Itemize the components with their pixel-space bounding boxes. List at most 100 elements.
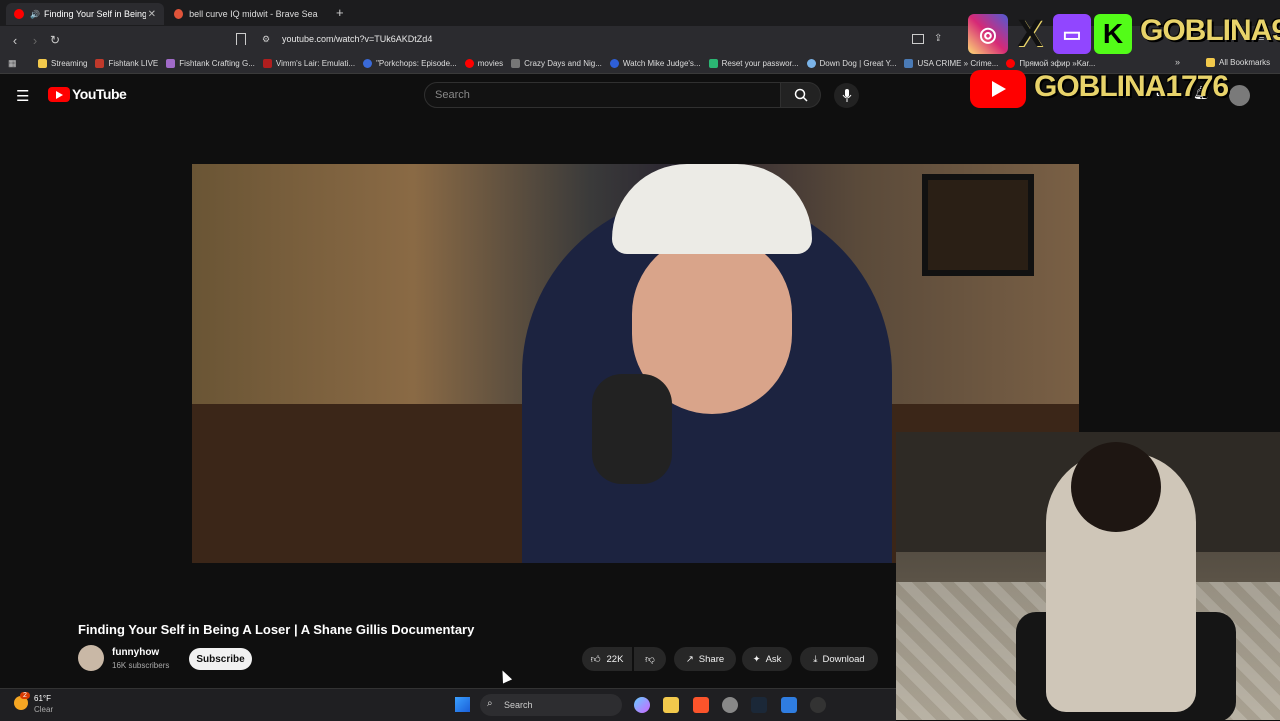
channel-name[interactable]: funnyhow [112, 647, 159, 658]
bookmark-crazy-days[interactable]: Crazy Days and Nig... [511, 58, 602, 68]
taskbar-search-icon: ⌕ [487, 698, 493, 709]
notepad-icon[interactable] [781, 697, 797, 713]
site-icon [708, 58, 718, 68]
bookmark-mike-judge[interactable]: Watch Mike Judge's... [609, 58, 701, 68]
bookmark-vimms-lair[interactable]: Vimm's Lair: Emulati... [262, 58, 356, 68]
hamburger-menu-icon[interactable]: ☰ [16, 87, 29, 105]
bookmark-fishtank-live[interactable]: Fishtank LIVE [95, 58, 159, 68]
search-button[interactable] [781, 82, 821, 108]
kick-logo-icon: K [1094, 14, 1132, 54]
share-button[interactable]: ↗ Share [674, 647, 736, 671]
download-icon: ⤓ [813, 653, 818, 665]
search-icon [794, 88, 808, 102]
bookmark-list: Streaming Fishtank LIVE Fishtank Craftin… [38, 53, 1103, 73]
bookmark-porkchops[interactable]: "Porkchops: Episode... [363, 58, 457, 68]
apps-grid-icon[interactable]: ▦ [8, 58, 17, 69]
all-bookmarks-button[interactable]: All Bookmarks [1206, 58, 1270, 67]
site-icon [166, 58, 176, 68]
brave-browser-icon[interactable] [693, 697, 709, 713]
taskbar-search-label: Search [504, 700, 533, 710]
bookmark-label: Crazy Days and Nig... [524, 58, 602, 68]
youtube-logo-text: YouTube [72, 86, 127, 102]
tab-youtube[interactable]: 🔊 Finding Your Self in Being A L ✕ [6, 3, 164, 25]
bookmark-label: movies [477, 58, 504, 68]
youtube-play-logo-icon [48, 86, 70, 102]
overlay-name-goblina911: GOBLINA911 [1140, 14, 1280, 47]
more-bookmarks-chevron-icon[interactable]: » [1175, 57, 1180, 67]
video-title: Finding Your Self in Being A Loser | A S… [78, 622, 475, 637]
reload-icon[interactable]: ↻ [46, 31, 64, 49]
overlay-name-goblina1776: GOBLINA1776 [1034, 70, 1229, 103]
site-icon [511, 58, 521, 68]
bookmark-label: Vimm's Lair: Emulati... [275, 58, 356, 68]
youtube-icon [464, 58, 474, 68]
thumbs-down-icon: 👎︎ [645, 654, 655, 665]
site-settings-icon[interactable]: ⚙ [262, 34, 270, 45]
twitch-logo-icon: ▭ [1053, 14, 1091, 54]
subscriber-count: 16K subscribers [112, 661, 170, 670]
bookmark-label: Streaming [51, 58, 88, 68]
voice-search-button[interactable] [834, 83, 859, 108]
site-icon [609, 58, 619, 68]
youtube-logo[interactable]: YouTube [48, 86, 127, 102]
cast-icon[interactable] [912, 34, 924, 44]
video-frame-microphone [592, 374, 672, 484]
windows-start-icon[interactable] [455, 697, 470, 712]
bookmark-label: Fishtank LIVE [108, 58, 159, 68]
bookmark-down-dog[interactable]: Down Dog | Great Y... [806, 58, 896, 68]
site-icon [904, 58, 914, 68]
url-field[interactable]: youtube.com/watch?v=TUk6AKDtZd4 [282, 34, 432, 44]
windows-taskbar: 2 61°F Clear Search ⌕ [0, 688, 896, 721]
bookmark-icon[interactable] [236, 33, 246, 45]
sparkle-icon: ✦ [752, 653, 761, 665]
search-input[interactable]: Search [424, 82, 781, 108]
download-button[interactable]: ⤓ Download [800, 647, 878, 671]
webcam-person-hair [1071, 442, 1161, 532]
brave-favicon-icon [174, 9, 184, 19]
bookmark-streaming[interactable]: Streaming [38, 58, 88, 68]
youtube-favicon-icon [14, 9, 24, 19]
channel-avatar[interactable] [78, 645, 104, 671]
all-bookmarks-label: All Bookmarks [1219, 58, 1271, 67]
close-tab-icon[interactable]: ✕ [148, 9, 156, 20]
share-label: Share [698, 653, 725, 665]
youtube-icon [1006, 58, 1016, 68]
site-icon [806, 58, 816, 68]
file-explorer-icon[interactable] [663, 697, 679, 713]
forward-arrow-icon[interactable]: › [26, 31, 44, 49]
obs-icon[interactable] [810, 697, 826, 713]
weather-desc: Clear [34, 705, 54, 714]
taskbar-search[interactable]: Search [480, 694, 622, 716]
settings-gear-icon[interactable] [722, 697, 738, 713]
new-tab-plus-icon[interactable]: + [336, 5, 344, 20]
tab-label: Finding Your Self in Being A L [43, 9, 146, 19]
webcam-overlay [896, 432, 1280, 720]
copilot-icon[interactable] [634, 697, 650, 713]
bookmark-fishtank-crafting[interactable]: Fishtank Crafting G... [166, 58, 255, 68]
subscribe-button[interactable]: Subscribe [189, 648, 252, 670]
bookmark-label: Reset your passwor... [721, 58, 799, 68]
back-arrow-icon[interactable]: ‹ [6, 31, 24, 49]
like-button[interactable]: 👍︎ 22K [582, 647, 632, 671]
site-icon [262, 58, 272, 68]
x-logo-icon: X [1017, 12, 1043, 55]
mouse-cursor-icon [497, 668, 513, 684]
fishtank-icon [95, 58, 105, 68]
share-page-icon[interactable]: ⇪ [934, 33, 942, 44]
tab-brave-search[interactable]: bell curve IQ midwit - Brave Search [166, 3, 326, 25]
bookmark-label: "Porkchops: Episode... [376, 58, 457, 68]
steam-icon[interactable] [751, 697, 767, 713]
bookmark-label: USA CRIME » Crime... [917, 58, 999, 68]
user-avatar[interactable] [1229, 85, 1250, 106]
share-arrow-icon: ↗ [685, 653, 694, 665]
ask-button[interactable]: ✦ Ask [742, 647, 792, 671]
weather-temp: 61°F [34, 694, 51, 703]
dislike-button[interactable]: 👎︎ [634, 647, 666, 671]
folder-icon [1206, 58, 1215, 67]
bookmark-pryamoy-efir[interactable]: Прямой эфир »Kar... [1006, 58, 1095, 68]
bookmark-usa-crime[interactable]: USA CRIME » Crime... [904, 58, 999, 68]
youtube-overlay-logo-icon [970, 70, 1026, 108]
video-frame-cap [612, 164, 812, 254]
bookmark-movies[interactable]: movies [464, 58, 504, 68]
bookmark-reset-password[interactable]: Reset your passwor... [708, 58, 799, 68]
